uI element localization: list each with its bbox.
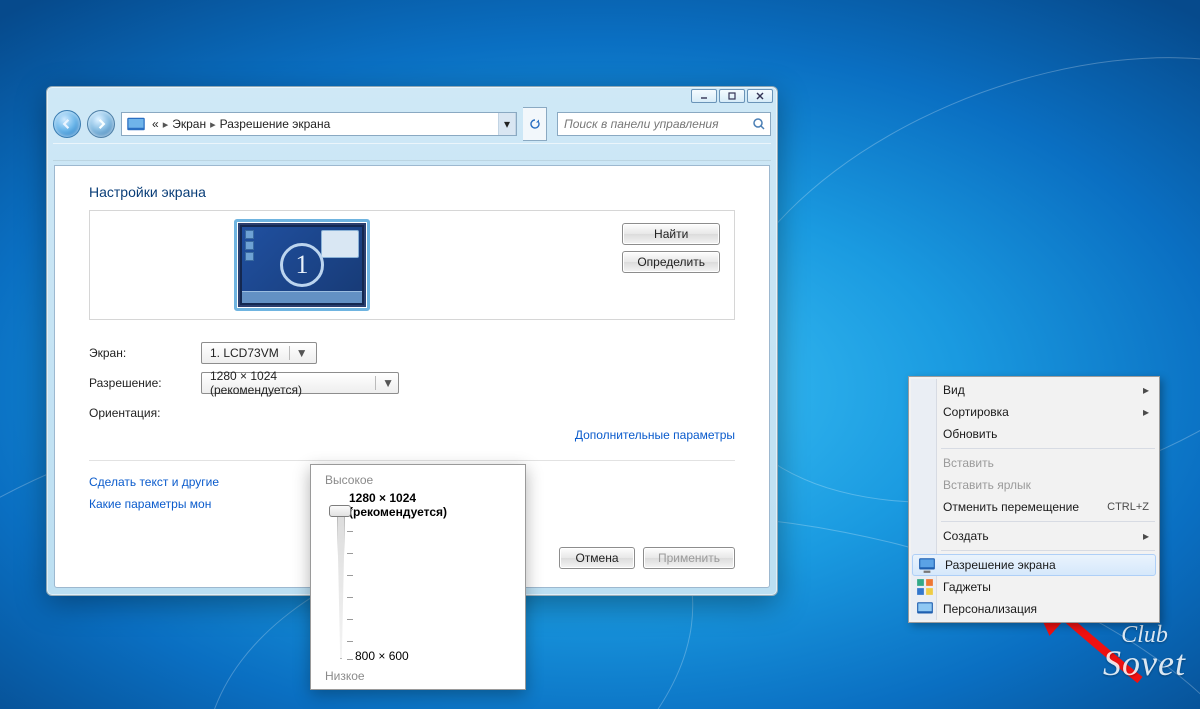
cancel-button[interactable]: Отмена: [559, 547, 635, 569]
page-title: Настройки экрана: [89, 184, 735, 200]
ctx-undo-move[interactable]: Отменить перемещение CTRL+Z: [911, 496, 1157, 518]
address-bar[interactable]: « ▸ Экран ▸ Разрешение экрана ▾: [121, 112, 517, 136]
slider-low-label: Низкое: [325, 669, 365, 683]
breadcrumb-root[interactable]: «: [150, 117, 161, 131]
label-orientation: Ориентация:: [89, 406, 201, 420]
ctx-paste-shortcut: Вставить ярлык: [911, 474, 1157, 496]
ctx-separator: [941, 521, 1155, 522]
ctx-view[interactable]: Вид ▸: [911, 379, 1157, 401]
chevron-down-icon: ▼: [375, 376, 394, 390]
screen-combo[interactable]: 1. LCD73VM ▼: [201, 342, 317, 364]
which-params-link[interactable]: Какие параметры мон: [89, 497, 211, 511]
submenu-arrow-icon: ▸: [1143, 405, 1149, 419]
separator: [89, 460, 735, 461]
slider-high-label: Высокое: [325, 473, 511, 487]
gadgets-icon: [916, 578, 934, 596]
ctx-sort[interactable]: Сортировка ▸: [911, 401, 1157, 423]
monitor-icon: [918, 556, 936, 574]
chevron-right-icon: ▸: [210, 118, 216, 131]
personalize-icon: [916, 600, 934, 618]
slider-ticks: [347, 509, 357, 659]
label-screen: Экран:: [89, 346, 201, 360]
slider-current-value: 1280 × 1024 (рекомендуется): [349, 491, 511, 519]
search-input[interactable]: Поиск в панели управления: [557, 112, 771, 136]
slider-thumb[interactable]: [329, 505, 351, 517]
slider-track[interactable]: [337, 509, 345, 659]
ctx-paste: Вставить: [911, 452, 1157, 474]
chevron-down-icon: ▼: [289, 346, 308, 360]
settings-form: Экран: 1. LCD73VM ▼ Разрешение: 1280 × 1…: [89, 338, 735, 428]
identify-button[interactable]: Определить: [622, 251, 720, 273]
resolution-combo-value: 1280 × 1024 (рекомендуется): [210, 369, 365, 397]
apply-button[interactable]: Применить: [643, 547, 735, 569]
refresh-button[interactable]: [523, 107, 547, 141]
monitor-thumbnail[interactable]: 1: [234, 219, 370, 311]
search-icon: [748, 117, 770, 131]
breadcrumb-screen[interactable]: Экран: [170, 117, 208, 131]
slider-min-value: 800 × 600: [355, 649, 409, 663]
close-button[interactable]: [747, 89, 773, 103]
screen-combo-value: 1. LCD73VM: [210, 346, 279, 360]
desktop-context-menu: Вид ▸ Сортировка ▸ Обновить Вставить Вст…: [908, 376, 1160, 623]
ctx-separator: [941, 550, 1155, 551]
monitor-number: 1: [280, 243, 324, 287]
ctx-personalize[interactable]: Персонализация: [911, 598, 1157, 620]
nav-back-button[interactable]: [53, 110, 81, 138]
ctx-separator: [941, 448, 1155, 449]
ctx-refresh[interactable]: Обновить: [911, 423, 1157, 445]
label-resolution: Разрешение:: [89, 376, 201, 390]
address-dropdown-button[interactable]: ▾: [498, 113, 516, 135]
ctx-new[interactable]: Создать ▸: [911, 525, 1157, 547]
watermark: Club Sovet: [1103, 625, 1186, 679]
submenu-arrow-icon: ▸: [1143, 383, 1149, 397]
window-toolbar: [53, 143, 771, 161]
resolution-combo[interactable]: 1280 × 1024 (рекомендуется) ▼: [201, 372, 399, 394]
find-button[interactable]: Найти: [622, 223, 720, 245]
window-titlebar: [47, 87, 777, 107]
submenu-arrow-icon: ▸: [1143, 529, 1149, 543]
search-placeholder: Поиск в панели управления: [564, 117, 719, 131]
minimize-button[interactable]: [691, 89, 717, 103]
chevron-right-icon: ▸: [163, 118, 169, 131]
display-preview: 1 Найти Определить: [89, 210, 735, 320]
control-panel-icon: [126, 114, 146, 134]
ctx-gadgets[interactable]: Гаджеты: [911, 576, 1157, 598]
ctx-undo-shortcut: CTRL+Z: [1107, 501, 1149, 513]
ctx-screen-resolution[interactable]: Разрешение экрана: [912, 554, 1156, 576]
resolution-slider-popup: Высокое 1280 × 1024 (рекомендуется) 800 …: [310, 464, 526, 690]
maximize-button[interactable]: [719, 89, 745, 103]
nav-forward-button[interactable]: [87, 110, 115, 138]
advanced-settings-link[interactable]: Дополнительные параметры: [89, 428, 735, 442]
navigation-bar: « ▸ Экран ▸ Разрешение экрана ▾ Поиск в …: [53, 107, 771, 141]
breadcrumb-resolution[interactable]: Разрешение экрана: [218, 117, 333, 131]
text-size-link[interactable]: Сделать текст и другие: [89, 475, 219, 489]
